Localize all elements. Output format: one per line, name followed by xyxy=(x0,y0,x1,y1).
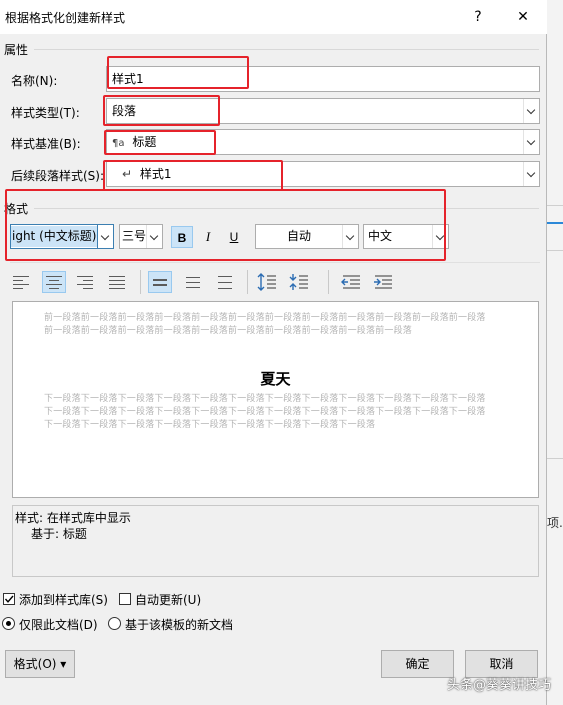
format-menu-button[interactable]: 格式(O) ▾ xyxy=(5,650,75,678)
toolbar-divider xyxy=(10,262,540,263)
toolbar-separator xyxy=(140,270,141,294)
only-this-document-label[interactable]: 仅限此文档(D) xyxy=(19,616,98,633)
justify-icon[interactable] xyxy=(109,273,127,291)
align-right-icon[interactable] xyxy=(77,273,95,291)
increase-indent-icon[interactable] xyxy=(373,272,393,292)
highlight-format-box xyxy=(5,189,446,261)
align-left-icon[interactable] xyxy=(13,273,31,291)
background-window: 项... xyxy=(547,0,563,705)
background-text: 项... xyxy=(547,516,563,530)
help-icon[interactable]: ? xyxy=(466,6,490,28)
background-accent-line xyxy=(547,222,563,224)
chevron-down-icon[interactable] xyxy=(523,99,539,123)
new-documents-template-radio[interactable] xyxy=(108,617,121,630)
preview-previous-paragraph: 前一段落前一段落前一段落前一段落前一段落前一段落前一段落前一段落前一段落前一段落… xyxy=(44,313,486,336)
auto-update-label[interactable]: 自动更新(U) xyxy=(135,591,201,608)
preview-next-paragraph: 下一段落下一段落下一段落下一段落下一段落下一段落下一段落下一段落下一段落下一段落… xyxy=(44,394,486,430)
description-line-2: 基于: 标题 xyxy=(31,527,87,541)
chevron-down-icon[interactable] xyxy=(523,130,539,154)
watermark: 头条@葵葵讲技巧 xyxy=(446,678,551,693)
toolbar-separator xyxy=(328,270,329,294)
next-style-label: 后续段落样式(S): xyxy=(11,169,105,183)
line-spacing-double-icon[interactable] xyxy=(217,273,235,291)
name-label: 名称(N): xyxy=(11,74,58,88)
highlight-type-box xyxy=(103,95,220,126)
highlight-name-box xyxy=(107,56,249,89)
preview-sample-title: 夏天 xyxy=(260,370,291,388)
background-divider xyxy=(547,205,563,206)
auto-update-checkbox[interactable] xyxy=(119,593,131,605)
only-this-document-radio[interactable] xyxy=(2,617,15,630)
style-base-label: 样式基准(B): xyxy=(11,137,81,151)
add-to-gallery-checkbox[interactable] xyxy=(3,593,15,605)
add-to-gallery-label[interactable]: 添加到样式库(S) xyxy=(19,591,108,608)
create-style-dialog: 根据格式化创建新样式 ? ✕ 属性 名称(N): 样式1 样式类型(T): 段落… xyxy=(0,0,547,705)
chevron-down-icon[interactable] xyxy=(523,162,539,186)
properties-section-label: 属性 xyxy=(4,43,29,57)
close-icon[interactable]: ✕ xyxy=(511,6,535,28)
style-preview: 前一段落前一段落前一段落前一段落前一段落前一段落前一段落前一段落前一段落前一段落… xyxy=(12,301,539,498)
highlight-base-box xyxy=(104,130,216,155)
style-description: 样式: 在样式库中显示 基于: 标题 xyxy=(12,505,539,577)
ok-button[interactable]: 确定 xyxy=(381,650,454,678)
line-spacing-single-icon[interactable] xyxy=(148,271,172,293)
decrease-indent-icon[interactable] xyxy=(341,272,361,292)
increase-paragraph-spacing-icon[interactable] xyxy=(257,272,277,292)
description-line-1: 样式: 在样式库中显示 xyxy=(15,511,131,525)
background-divider xyxy=(547,250,563,251)
style-type-label: 样式类型(T): xyxy=(11,106,80,120)
section-divider xyxy=(34,49,539,50)
line-spacing-1-5-icon[interactable] xyxy=(185,273,203,291)
align-center-icon[interactable] xyxy=(42,271,66,293)
dialog-title: 根据格式化创建新样式 xyxy=(5,11,126,25)
background-divider xyxy=(547,458,563,459)
title-bar: 根据格式化创建新样式 ? ✕ xyxy=(0,0,547,34)
highlight-next-style-box xyxy=(103,160,283,191)
toolbar-separator xyxy=(247,270,248,294)
decrease-paragraph-spacing-icon[interactable] xyxy=(289,272,309,292)
new-documents-template-label[interactable]: 基于该模板的新文档 xyxy=(125,616,233,633)
